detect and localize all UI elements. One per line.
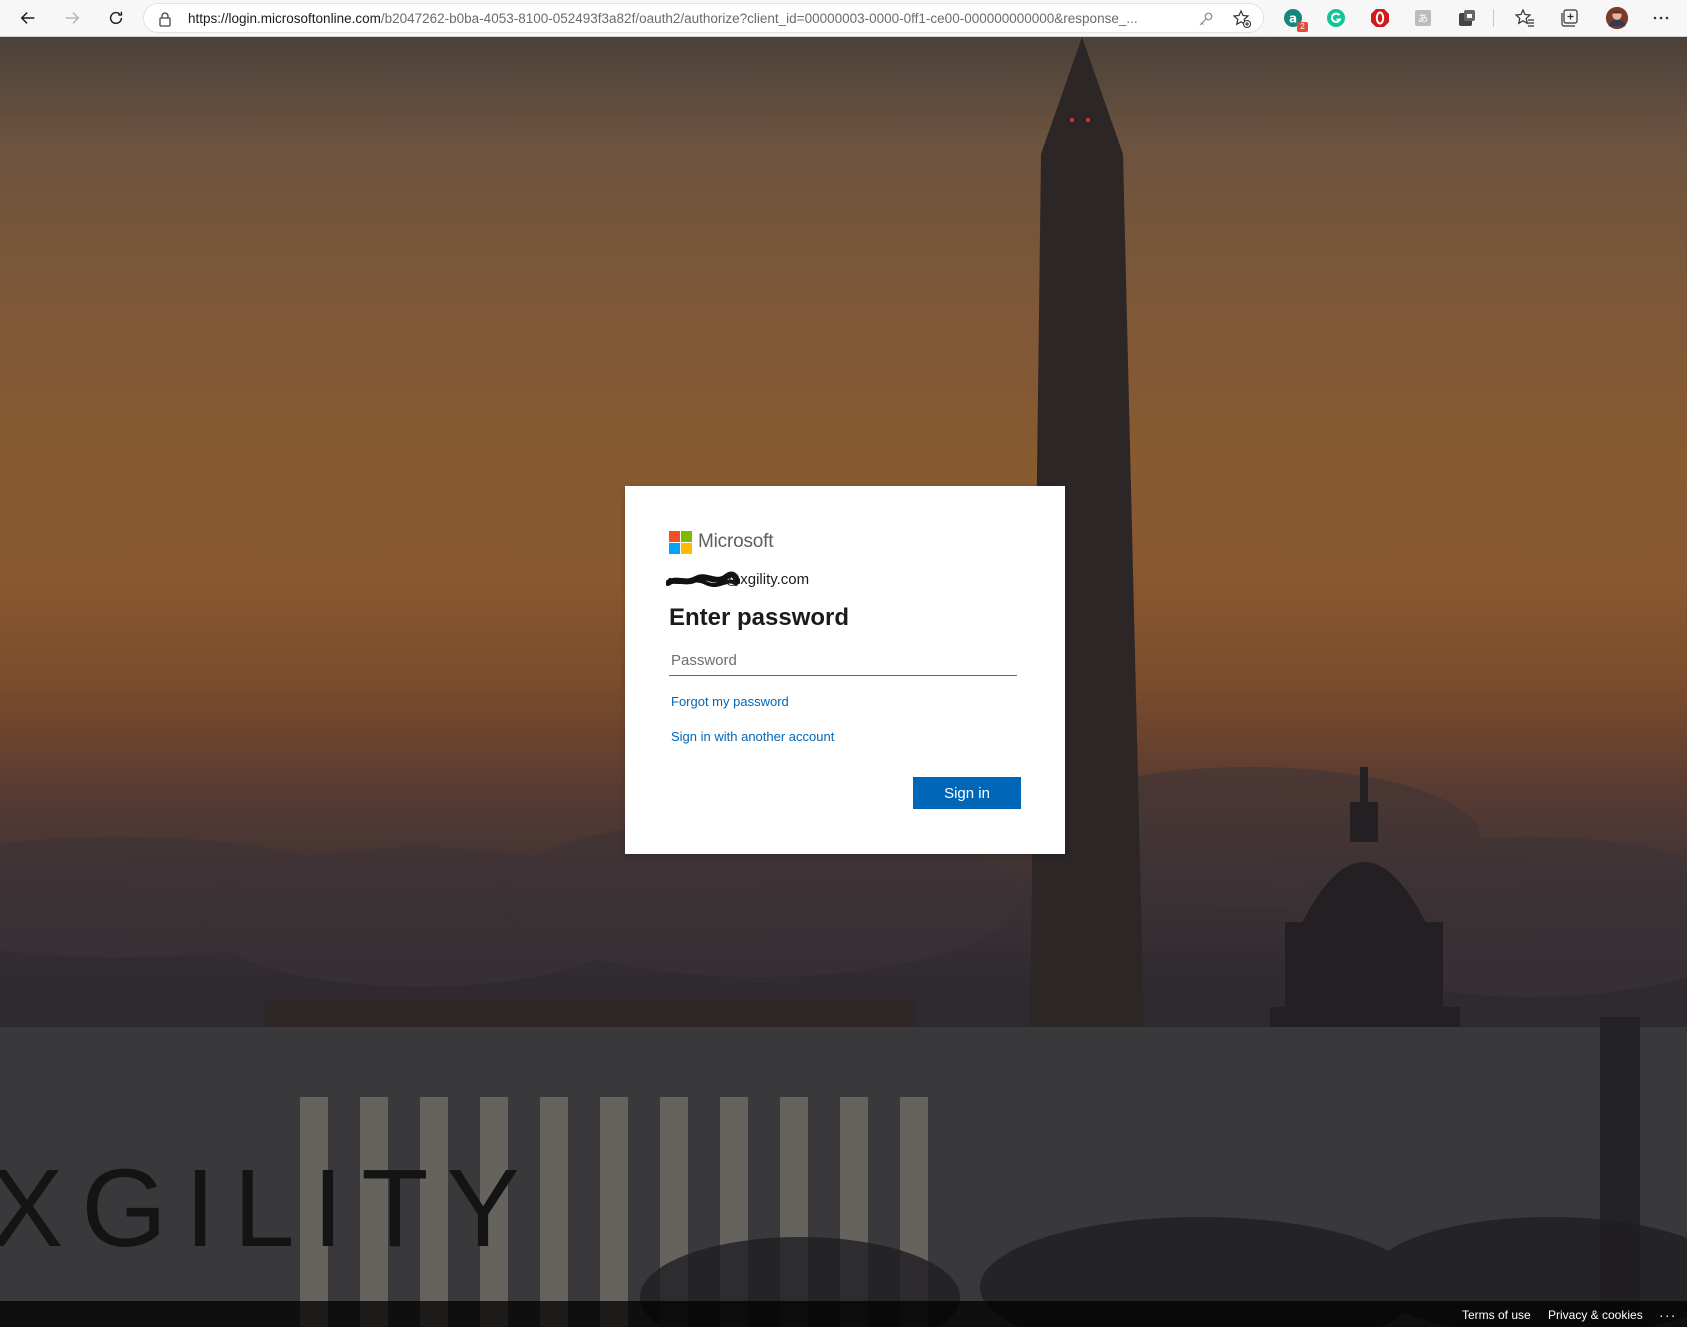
url-path: /b2047262-b0ba-4053-8100-052493f3a82f/oa… <box>380 11 1138 26</box>
more-menu-icon <box>1653 16 1669 20</box>
extension-puzzle-icon <box>1459 10 1475 26</box>
page-footer: Terms of use Privacy & cookies ... <box>0 1301 1687 1327</box>
privacy-cookies-link[interactable]: Privacy & cookies <box>1548 1308 1643 1322</box>
account-email: @xgility.com <box>725 571 810 588</box>
page-title: Enter password <box>669 604 850 631</box>
browser-toolbar: https://login.microsoftonline.com/b20472… <box>0 0 1687 37</box>
refresh-button[interactable] <box>100 4 132 32</box>
microsoft-logo-icon <box>669 530 692 554</box>
favorites-icon <box>1515 8 1534 27</box>
lock-icon[interactable] <box>158 11 172 27</box>
favorite-add-icon[interactable] <box>1232 9 1252 29</box>
settings-more-button[interactable] <box>1650 7 1672 29</box>
avatar <box>1605 6 1629 30</box>
back-button[interactable] <box>12 4 44 32</box>
sign-in-button[interactable]: Sign in <box>913 777 1021 809</box>
extension-puzzle[interactable] <box>1456 7 1478 29</box>
password-field[interactable] <box>669 646 1017 676</box>
forgot-password-link[interactable]: Forgot my password <box>669 694 1021 709</box>
extension-grammarly[interactable] <box>1325 7 1347 29</box>
grammarly-icon <box>1327 9 1345 27</box>
sign-in-card: Microsoft @xgility.com Enter password Fo… <box>625 486 1065 854</box>
terms-of-use-link[interactable]: Terms of use <box>1462 1308 1531 1322</box>
collections-icon <box>1561 9 1578 27</box>
profile-button[interactable] <box>1604 5 1630 31</box>
beacon-light <box>1069 117 1075 123</box>
sign-in-another-account-link[interactable]: Sign in with another account <box>669 729 1021 744</box>
svg-text:a: a <box>1289 12 1297 26</box>
extension-opera-adblock[interactable] <box>1369 7 1391 29</box>
toolbar-separator <box>1493 9 1494 27</box>
adblock-icon <box>1371 9 1389 27</box>
account-identity: @xgility.com <box>666 570 1021 590</box>
footer-more-button[interactable]: ... <box>1659 1304 1677 1320</box>
forward-arrow-icon <box>65 12 80 24</box>
beacon-light <box>1085 117 1091 123</box>
url-text[interactable]: https://login.microsoftonline.com/b20472… <box>188 11 1208 26</box>
address-bar[interactable]: https://login.microsoftonline.com/b20472… <box>143 3 1264 33</box>
key-icon[interactable] <box>1198 11 1214 27</box>
translate-icon: あ <box>1415 10 1431 26</box>
svg-text:あ: あ <box>1418 13 1428 25</box>
url-host: https://login.microsoftonline.com <box>188 11 381 26</box>
forward-button[interactable] <box>56 4 88 32</box>
extension-badge: 2 <box>1297 22 1308 32</box>
microsoft-wordmark: Microsoft <box>698 531 774 552</box>
collections-button[interactable] <box>1558 7 1580 29</box>
extension-translate[interactable]: あ <box>1412 7 1434 29</box>
microsoft-logo: Microsoft <box>669 530 1021 554</box>
back-arrow-icon <box>20 12 35 24</box>
company-watermark: XGILITY <box>0 1147 538 1270</box>
refresh-icon <box>109 11 123 25</box>
extension-ms-editor[interactable]: a 2 <box>1282 7 1308 32</box>
favorites-button[interactable] <box>1514 7 1536 29</box>
